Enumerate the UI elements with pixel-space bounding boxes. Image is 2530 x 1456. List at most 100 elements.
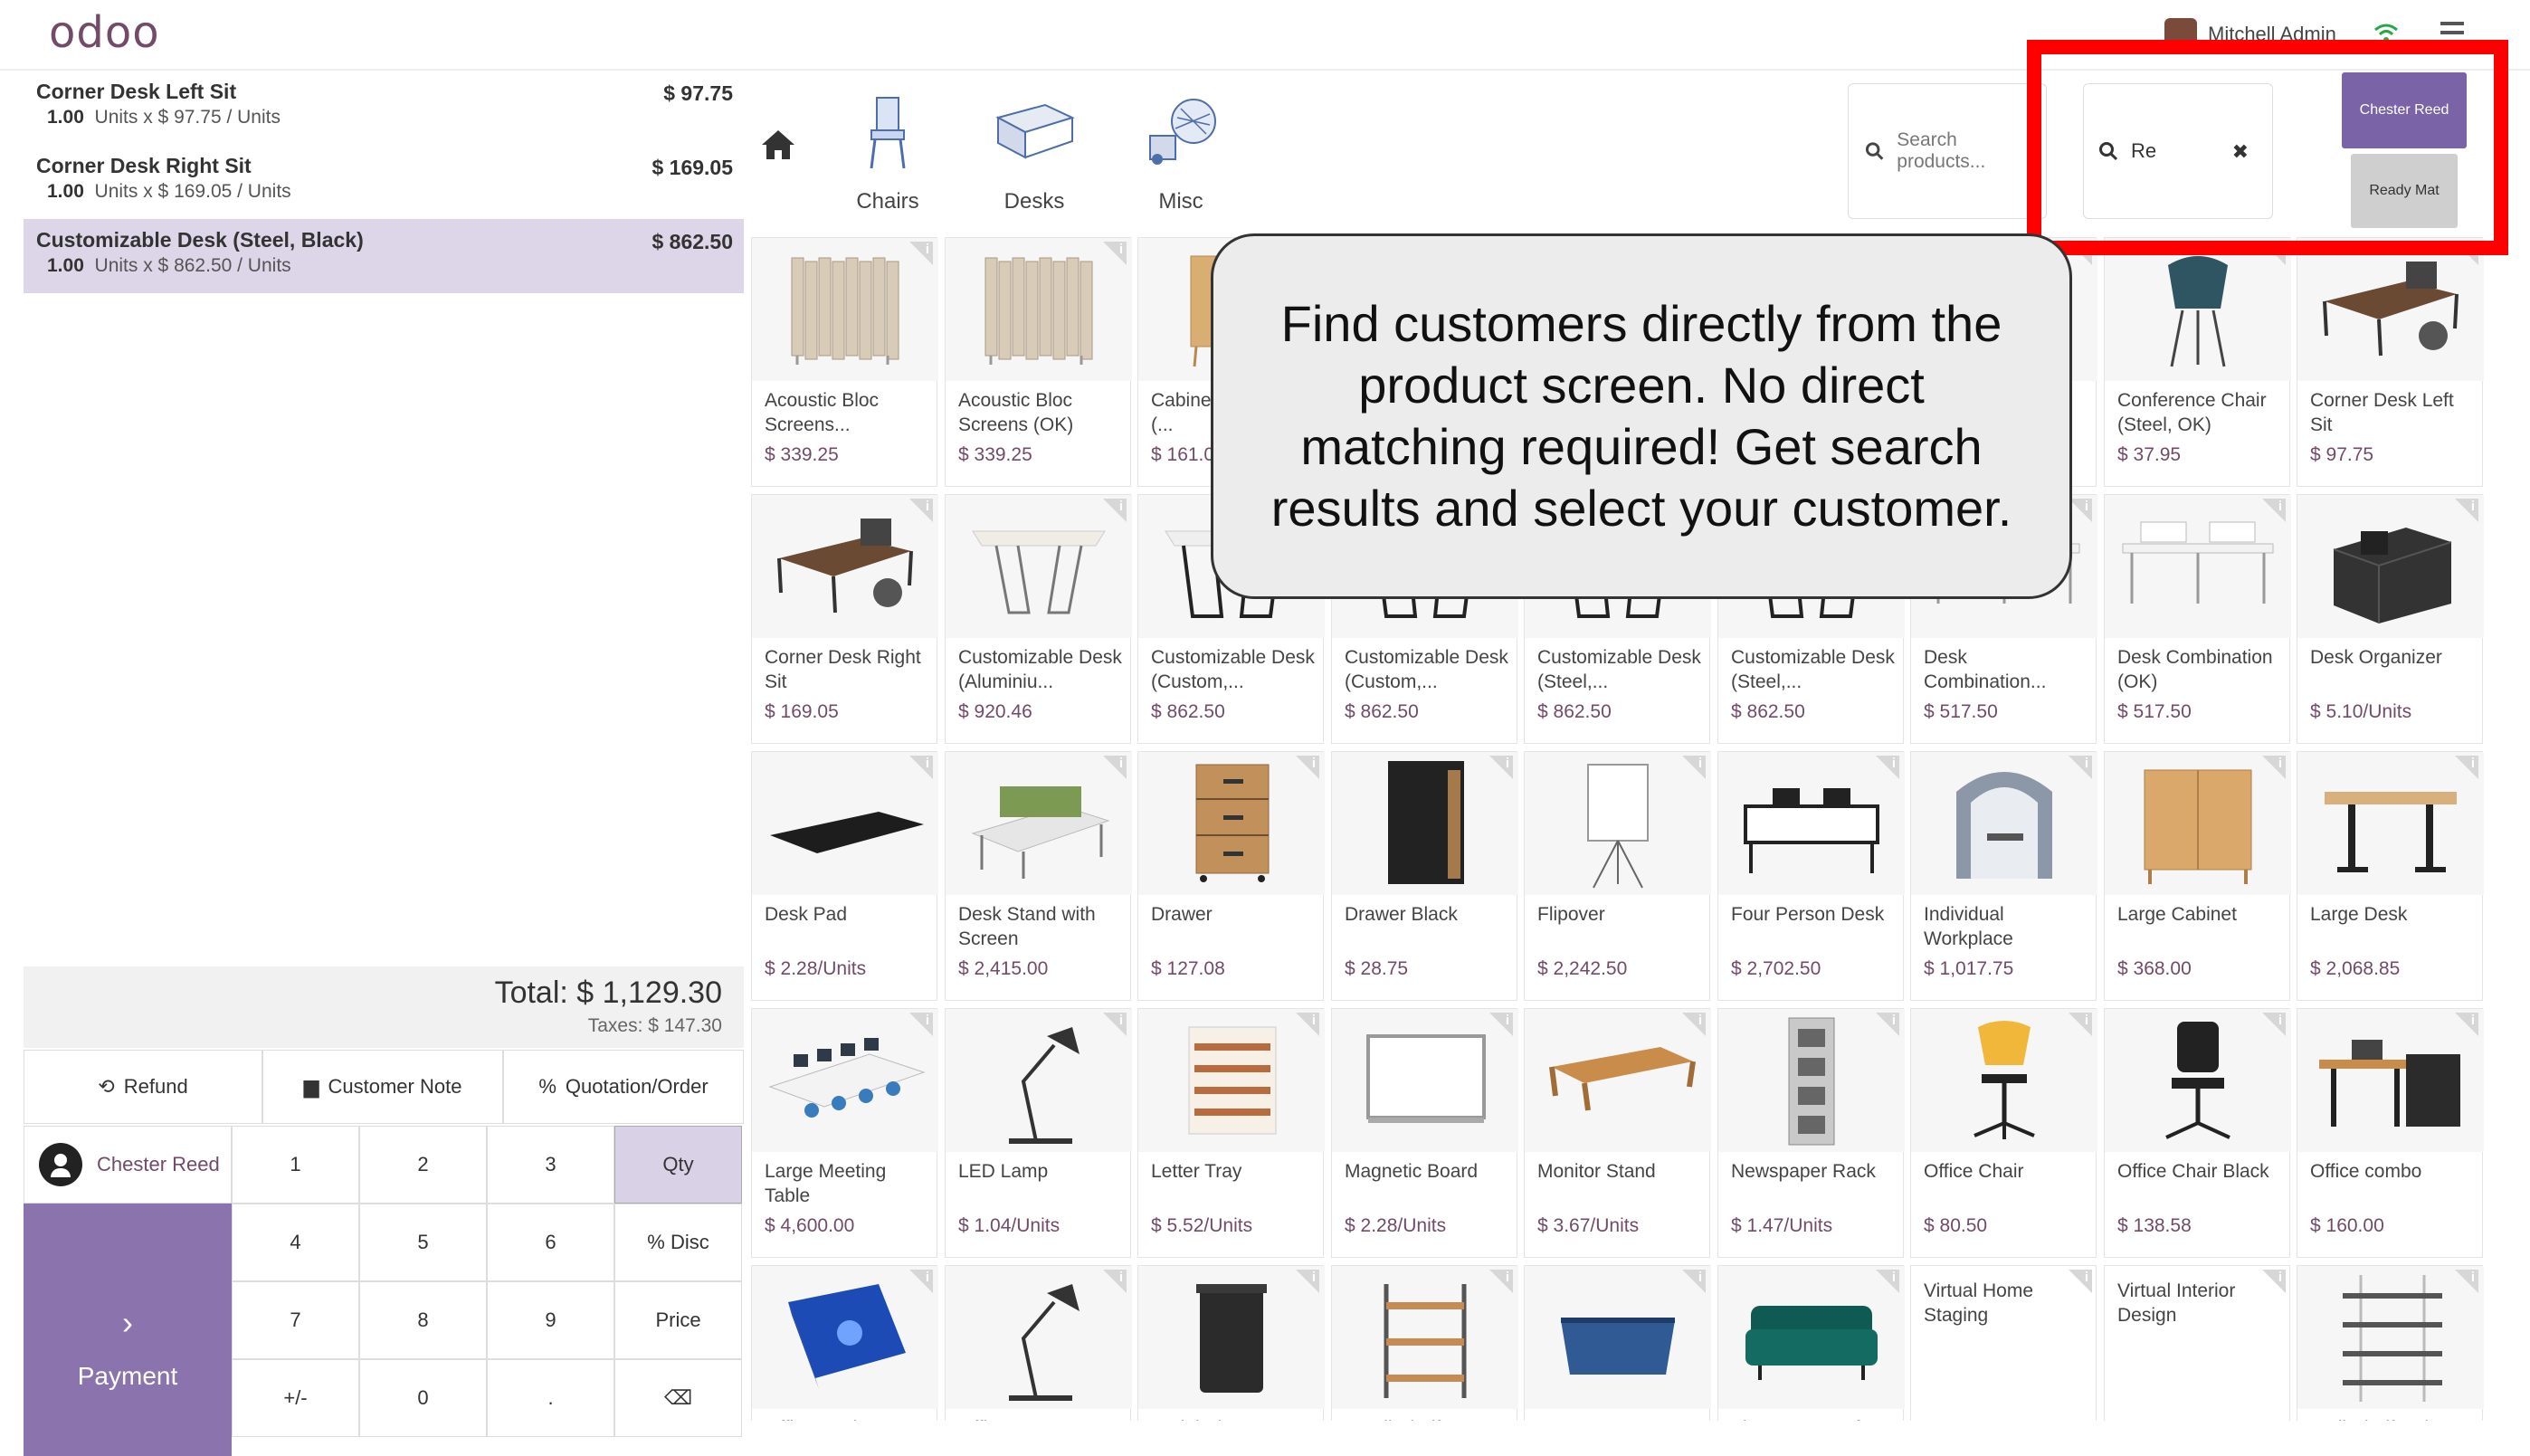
numpad-key[interactable]: ⌫ xyxy=(614,1359,742,1437)
product-card[interactable]: iOffice Lamp xyxy=(945,1265,1132,1421)
product-name: Conference Chair (Steel, OK) xyxy=(2117,390,2267,435)
product-price: $ 339.25 xyxy=(765,444,839,465)
product-card[interactable]: i Acoustic Bloc Screens... $ 339.25 xyxy=(751,237,938,487)
product-search[interactable]: Search products... xyxy=(1848,83,2047,219)
numpad-key[interactable]: 2 xyxy=(359,1126,487,1204)
product-name: Large Cabinet xyxy=(2117,904,2237,925)
product-card[interactable]: i Drawer Black $ 28.75 xyxy=(1331,751,1518,1001)
product-card[interactable]: i Desk Stand with Screen $ 2,415.00 xyxy=(945,751,1132,1001)
home-icon[interactable] xyxy=(758,127,798,163)
numpad-key[interactable]: 9 xyxy=(487,1281,614,1359)
customer-result-chester-reed[interactable]: Chester Reed xyxy=(2342,72,2467,148)
numpad-key[interactable]: Qty xyxy=(614,1126,742,1204)
product-card[interactable]: i Letter Tray $ 5.52/Units xyxy=(1137,1008,1325,1258)
menu-icon[interactable] xyxy=(2440,22,2464,43)
product-card[interactable]: iWall Shelf Unit xyxy=(2297,1265,2484,1421)
product-card[interactable]: iStorage Box xyxy=(1524,1265,1711,1421)
customer-result-ready-mat[interactable]: Ready Mat xyxy=(2351,154,2458,228)
customer-note-button[interactable]: ▆ Customer Note xyxy=(262,1050,503,1124)
numpad-key[interactable]: 0 xyxy=(359,1359,487,1437)
product-name: Corner Desk Right Sit xyxy=(765,647,921,692)
product-image xyxy=(946,495,1132,638)
product-search-placeholder: Search products... xyxy=(1897,129,1986,172)
order-line[interactable]: Customizable Desk (Steel, Black) $ 862.50… xyxy=(24,219,744,293)
product-card[interactable]: i Drawer $ 127.08 xyxy=(1137,751,1325,1001)
product-card[interactable]: i Office Chair $ 80.50 xyxy=(1910,1008,2097,1258)
numpad-key[interactable]: 1 xyxy=(232,1126,359,1204)
product-card[interactable]: i Corner Desk Left Sit $ 97.75 xyxy=(2297,237,2484,487)
product-card[interactable]: i Desk Organizer $ 5.10/Units xyxy=(2297,494,2484,744)
feature-callout: Find customers directly from the product… xyxy=(1211,233,2072,599)
product-price: $ 3.67/Units xyxy=(1537,1215,1640,1236)
numpad-key[interactable]: % Disc xyxy=(614,1204,742,1281)
numpad-key[interactable]: . xyxy=(487,1359,614,1437)
product-card[interactable]: i Virtual Interior Design xyxy=(2104,1265,2290,1421)
wifi-icon xyxy=(2374,24,2398,43)
clear-icon[interactable]: ✖ xyxy=(2232,140,2249,164)
product-image xyxy=(2297,752,2484,895)
customer-search-input[interactable]: Re ✖ xyxy=(2083,83,2273,219)
product-card[interactable]: i Corner Desk Right Sit $ 169.05 xyxy=(751,494,938,744)
product-card[interactable]: i Large Cabinet $ 368.00 xyxy=(2104,751,2291,1001)
product-card[interactable]: iSmall Shelf xyxy=(1331,1265,1518,1421)
product-card[interactable]: i Newspaper Rack $ 1.47/Units xyxy=(1717,1008,1905,1258)
product-price: $ 920.46 xyxy=(958,701,1032,722)
numpad-key[interactable]: 5 xyxy=(359,1204,487,1281)
product-image xyxy=(1911,752,2097,895)
product-card[interactable]: iPedal Bin xyxy=(1137,1265,1325,1421)
quotation-order-button[interactable]: % Quotation/Order xyxy=(503,1050,744,1124)
category-chairs[interactable]: Chairs xyxy=(820,90,956,217)
product-name: Customizable Desk (Steel,... xyxy=(1537,647,1701,692)
product-image xyxy=(1138,752,1325,895)
product-card[interactable]: iOffice Design Software xyxy=(751,1265,938,1421)
product-card[interactable]: i Magnetic Board $ 2.28/Units xyxy=(1331,1008,1518,1258)
product-name: Desk Combination... xyxy=(1924,647,2047,692)
product-price: $ 862.50 xyxy=(1151,701,1225,722)
order-line-qty: 1.00 Units x $ 862.50 / Units xyxy=(47,255,291,276)
user-menu[interactable]: Mitchell Admin xyxy=(2164,16,2336,52)
product-name: Office Chair xyxy=(1924,1161,2024,1182)
product-price: $ 80.50 xyxy=(1924,1215,1988,1236)
product-price: $ 169.05 xyxy=(765,701,839,722)
order-line[interactable]: Corner Desk Right Sit $ 169.05 1.00 Units … xyxy=(24,145,744,219)
product-card[interactable]: i Large Meeting Table $ 4,600.00 xyxy=(751,1008,938,1258)
product-card[interactable]: i Conference Chair (Steel, OK) $ 37.95 xyxy=(2104,237,2291,487)
numpad-key[interactable]: 8 xyxy=(359,1281,487,1359)
order-taxes: Taxes: $ 147.30 xyxy=(587,1015,722,1036)
product-card[interactable]: i Monitor Stand $ 3.67/Units xyxy=(1524,1008,1711,1258)
product-card[interactable]: i Individual Workplace $ 1,017.75 xyxy=(1910,751,2097,1001)
product-name: Office Design Software xyxy=(765,1416,933,1421)
numpad-key[interactable]: 4 xyxy=(232,1204,359,1281)
product-card[interactable]: i Virtual Home Staging xyxy=(1910,1265,2097,1421)
product-image xyxy=(1332,1266,1518,1409)
product-card[interactable]: i Flipover $ 2,242.50 xyxy=(1524,751,1711,1001)
numpad-key[interactable]: 6 xyxy=(487,1204,614,1281)
product-card[interactable]: i LED Lamp $ 1.04/Units xyxy=(945,1008,1132,1258)
product-card[interactable]: i Desk Combination (OK) $ 517.50 xyxy=(2104,494,2291,744)
category-desks[interactable]: Desks xyxy=(966,90,1102,217)
numpad-key[interactable]: Price xyxy=(614,1281,742,1359)
order-line[interactable]: Corner Desk Left Sit $ 97.75 1.00 Units x … xyxy=(24,71,744,145)
product-card[interactable]: i Acoustic Bloc Screens (OK) $ 339.25 xyxy=(945,237,1132,487)
category-misc[interactable]: Misc xyxy=(1113,90,1249,217)
numpad-key[interactable]: 3 xyxy=(487,1126,614,1204)
product-card[interactable]: i Office Chair Black $ 138.58 xyxy=(2104,1008,2291,1258)
numpad-key[interactable]: +/- xyxy=(232,1359,359,1437)
product-card[interactable]: i Customizable Desk (Aluminiu... $ 920.46 xyxy=(945,494,1132,744)
product-card[interactable]: iThree-Seat Sofa xyxy=(1717,1265,1905,1421)
payment-button[interactable]: › Payment xyxy=(24,1204,232,1456)
customer-button[interactable]: Chester Reed xyxy=(24,1126,232,1204)
product-card[interactable]: i Desk Pad $ 2.28/Units xyxy=(751,751,938,1001)
customer-name: Chester Reed xyxy=(97,1153,220,1175)
product-name: Desk Organizer xyxy=(2310,647,2442,668)
product-card[interactable]: i Large Desk $ 2,068.85 xyxy=(2297,751,2484,1001)
product-price: $ 2,415.00 xyxy=(958,958,1049,979)
product-price: $ 160.00 xyxy=(2310,1215,2384,1236)
product-card[interactable]: i Office combo $ 160.00 xyxy=(2297,1008,2484,1258)
product-card[interactable]: i Four Person Desk $ 2,702.50 xyxy=(1717,751,1905,1001)
product-name: Office combo xyxy=(2310,1161,2422,1182)
product-name: Acoustic Bloc Screens... xyxy=(765,390,880,435)
product-name: Customizable Desk (Steel,... xyxy=(1731,647,1895,692)
refund-button[interactable]: ⟲ Refund xyxy=(24,1050,262,1124)
numpad-key[interactable]: 7 xyxy=(232,1281,359,1359)
